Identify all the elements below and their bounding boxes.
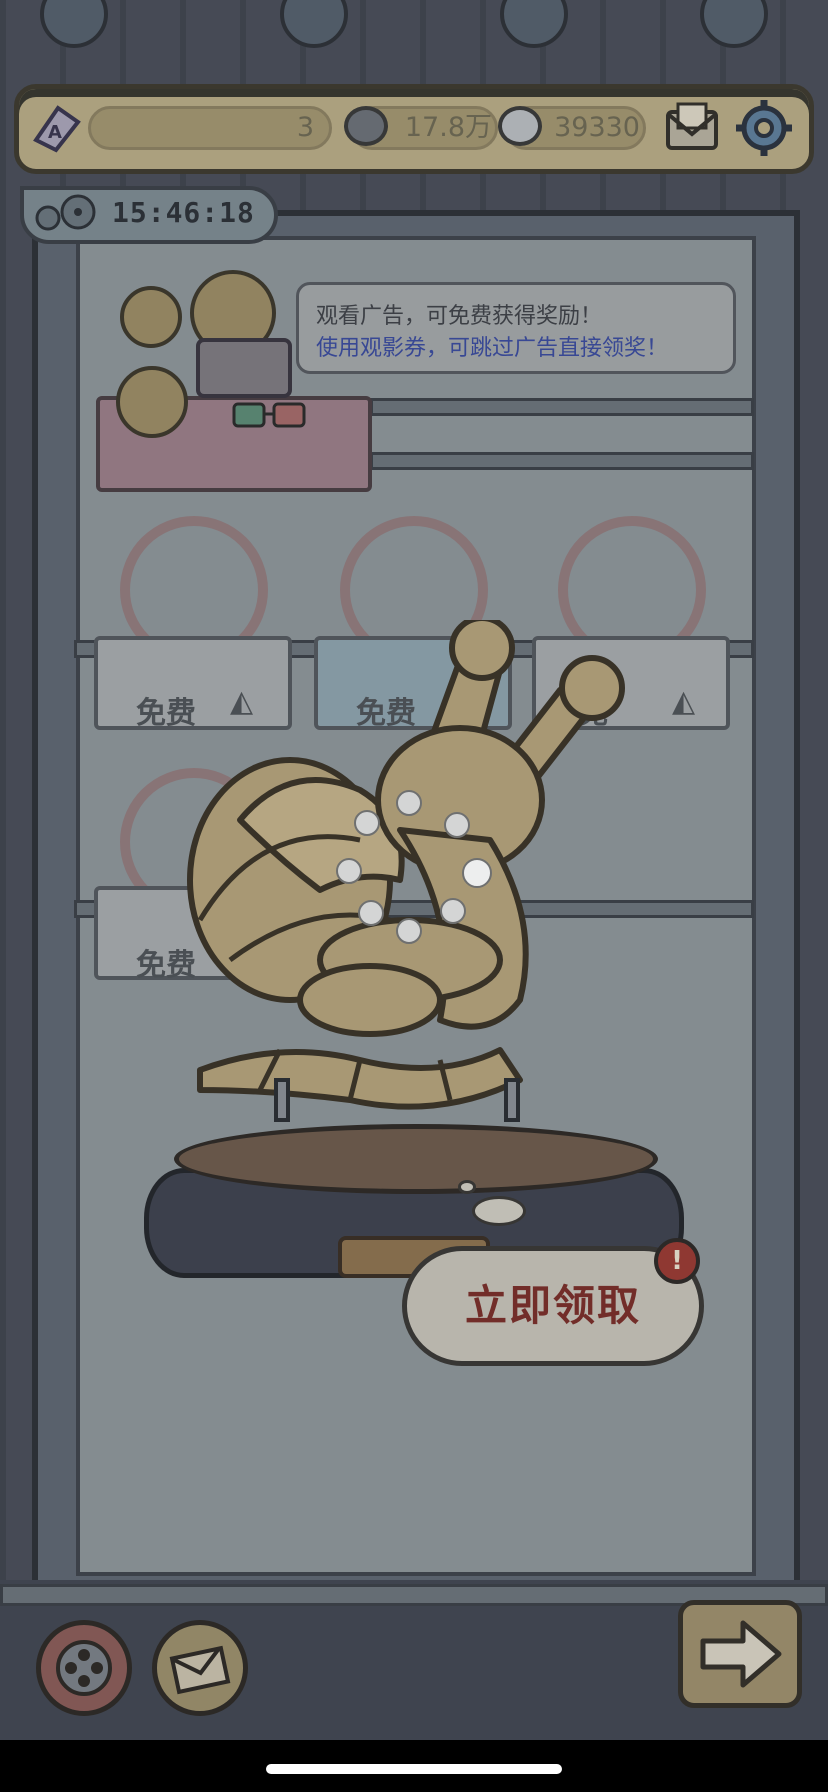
- sparkle: [358, 900, 384, 926]
- film-reel-icon: [120, 286, 182, 348]
- sparkle: [396, 918, 422, 944]
- sparkle: [440, 898, 466, 924]
- coin-bubble-icon: [344, 106, 388, 146]
- 3d-glasses-icon: [232, 398, 308, 432]
- film-icon: [34, 192, 106, 236]
- sparkle: [354, 810, 380, 836]
- hint-line-1: 观看广告，可免费获得奖励！: [316, 304, 603, 329]
- shelf-rail: [370, 398, 754, 416]
- mail-icon[interactable]: [664, 100, 720, 154]
- sparkle: [396, 790, 422, 816]
- tickets-count: 3: [296, 112, 314, 143]
- thought-dot: [458, 1180, 476, 1194]
- ticket-icon[interactable]: A: [28, 100, 84, 156]
- film-reel-button[interactable]: [36, 1620, 132, 1716]
- hint-line-2: 使用观影券，可跳过广告直接领奖！: [316, 336, 669, 361]
- svg-text:A: A: [48, 122, 62, 143]
- centipede-skeleton: [160, 615, 680, 1140]
- sparkle: [336, 858, 362, 884]
- sparkle: [444, 812, 470, 838]
- film-reel-icon: [116, 366, 188, 438]
- gear-icon[interactable]: [734, 98, 794, 158]
- next-button[interactable]: [678, 1600, 802, 1708]
- alert-badge: !: [654, 1238, 700, 1284]
- messages-count: 39330: [554, 112, 640, 143]
- projector-body: [196, 338, 292, 398]
- coins-count: 17.8万: [404, 112, 492, 143]
- message-bubble-icon: [498, 106, 542, 146]
- home-indicator[interactable]: [266, 1764, 562, 1774]
- letter-button[interactable]: [152, 1620, 248, 1716]
- shelf-rail: [370, 452, 754, 470]
- timer-value: 15:46:18: [112, 196, 255, 229]
- thought-dot: [472, 1196, 526, 1226]
- sparkle: [462, 858, 492, 888]
